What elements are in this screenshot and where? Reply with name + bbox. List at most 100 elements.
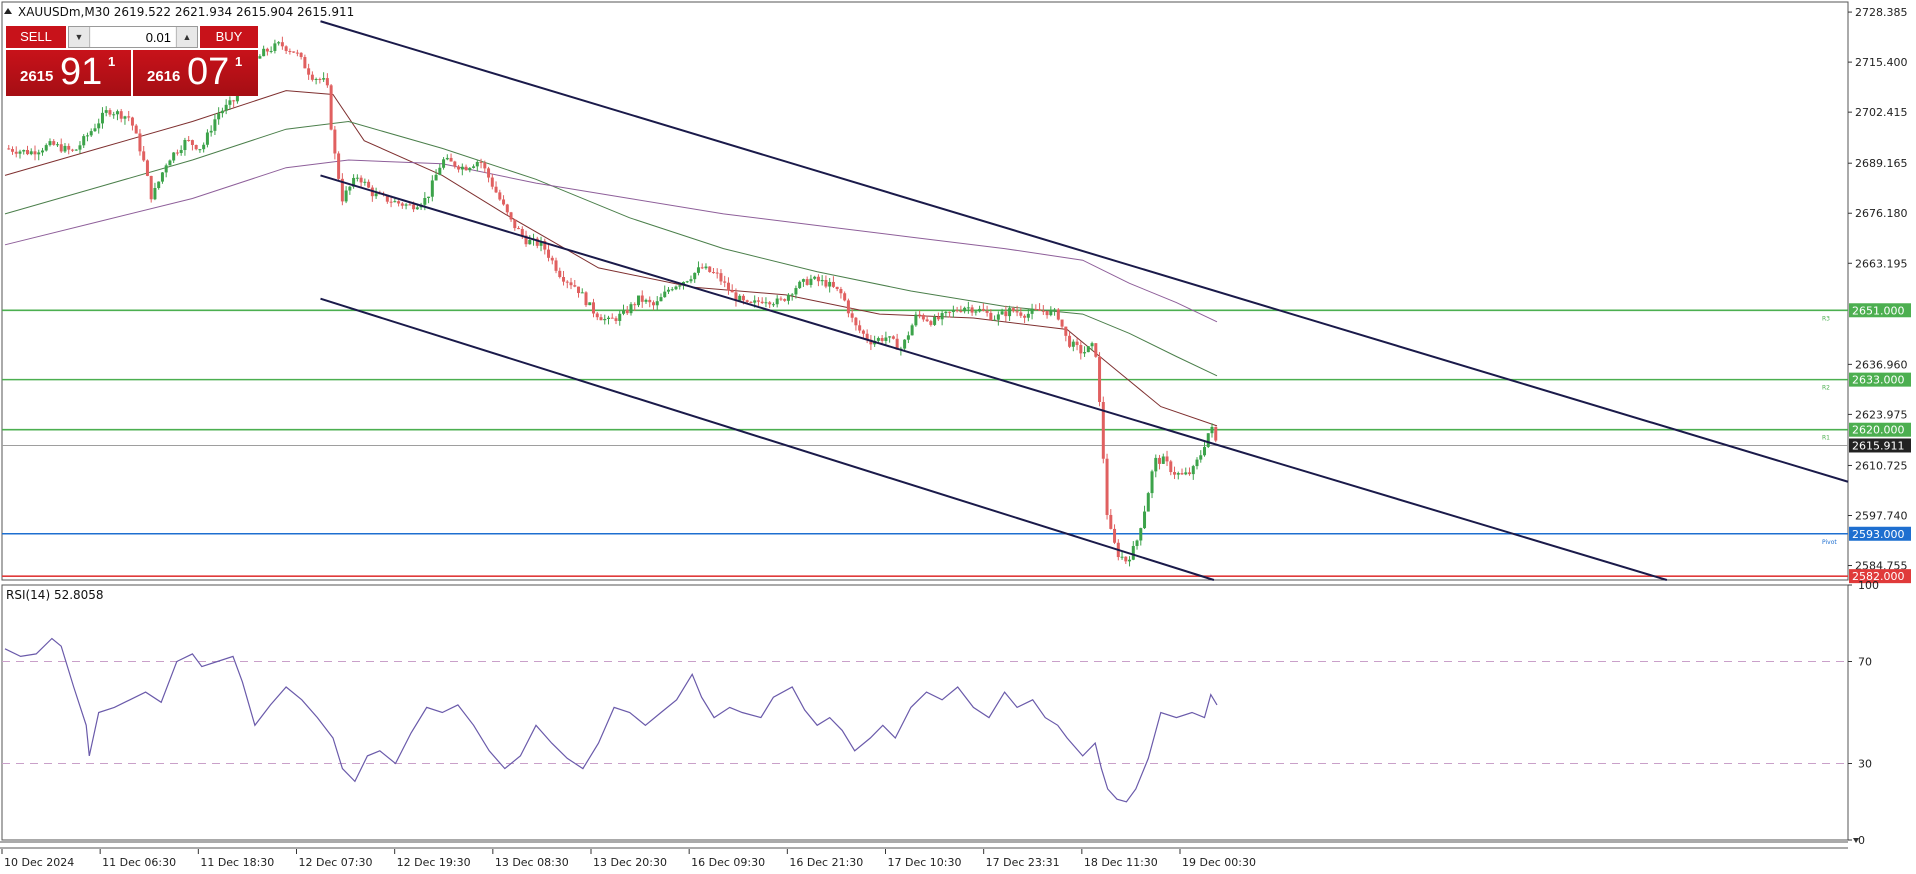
candle-body — [164, 165, 168, 173]
candle-body — [948, 311, 952, 313]
candle-body — [1000, 311, 1004, 315]
candle-body — [442, 159, 446, 168]
candle-body — [745, 300, 749, 302]
candle-body — [888, 336, 892, 338]
candle-body — [880, 338, 884, 341]
chart-svg[interactable]: XAUUSDm,M30 2619.522 2621.934 2615.904 2… — [0, 0, 1916, 874]
candle-body — [389, 201, 393, 203]
candle-body — [314, 78, 318, 80]
candle-body — [408, 204, 412, 206]
y-tick-label: 2689.165 — [1855, 157, 1908, 170]
lot-size-input[interactable] — [91, 27, 175, 47]
candle-body — [993, 319, 997, 321]
candle-body — [1075, 341, 1079, 346]
sell-button[interactable]: SELL — [6, 26, 66, 48]
candle-body — [262, 48, 266, 57]
candle-body — [940, 313, 944, 320]
candle-body — [1008, 308, 1012, 317]
candle-body — [134, 125, 138, 134]
candle-body — [367, 181, 371, 188]
candle-body — [130, 117, 134, 126]
candle-body — [1090, 343, 1094, 347]
candle-body — [37, 152, 41, 155]
candle-body — [824, 279, 828, 287]
lot-increase-icon[interactable]: ▲ — [176, 27, 197, 47]
buy-price-button[interactable]: 2616 07 1 — [133, 50, 258, 96]
buy-button[interactable]: BUY — [200, 26, 258, 48]
candle-body — [202, 144, 206, 150]
candle-body — [625, 310, 629, 314]
candle-body — [363, 181, 367, 183]
candle-body — [730, 290, 734, 293]
y-tick-label: 2636.960 — [1855, 358, 1908, 371]
candle-body — [1199, 455, 1203, 460]
candle-body — [142, 151, 146, 161]
candle-body — [970, 307, 974, 313]
candle-body — [14, 151, 18, 154]
candle-body — [258, 56, 262, 59]
rsi-title: RSI(14) 52.8058 — [6, 588, 104, 602]
candle-body — [472, 166, 476, 168]
candle-body — [22, 149, 26, 152]
x-tick-label: 18 Dec 11:30 — [1084, 856, 1158, 869]
candle-body — [925, 319, 929, 322]
candle-body — [1214, 426, 1218, 441]
candle-body — [760, 301, 764, 304]
candle-body — [29, 151, 33, 155]
candle-body — [494, 186, 498, 193]
y-tick-label: 2663.195 — [1855, 257, 1908, 270]
x-tick-label: 17 Dec 10:30 — [888, 856, 962, 869]
candle-body — [25, 149, 29, 155]
candle-body — [528, 239, 532, 245]
sell-price-button[interactable]: 2615 91 1 — [6, 50, 131, 96]
candle-body — [498, 192, 502, 200]
candle-body — [550, 257, 554, 261]
candle-body — [1210, 426, 1214, 434]
candle-body — [775, 298, 779, 305]
candle-body — [322, 78, 326, 80]
candle-body — [70, 149, 74, 151]
candle-body — [1071, 341, 1075, 347]
candle-body — [502, 199, 506, 205]
candle-body — [457, 166, 461, 170]
candle-body — [1023, 315, 1027, 318]
candle-body — [944, 311, 948, 314]
candle-body — [348, 186, 352, 191]
candle-body — [468, 167, 472, 171]
candle-body — [1139, 528, 1143, 541]
candle-body — [430, 180, 434, 197]
candle-body — [149, 175, 153, 200]
candle-body — [63, 145, 67, 152]
candle-body — [67, 145, 71, 150]
candle-body — [269, 50, 273, 52]
candle-body — [115, 111, 119, 115]
candle-body — [592, 302, 596, 314]
candle-body — [479, 161, 483, 163]
candle-body — [963, 307, 967, 312]
candle-body — [689, 279, 693, 282]
candle-body — [801, 279, 805, 282]
buy-price-big: 07 — [187, 51, 230, 93]
candle-body — [636, 295, 640, 306]
candle-body — [1083, 352, 1087, 354]
candle-body — [663, 291, 667, 298]
chart-window[interactable]: XAUUSDm,M30 2619.522 2621.934 2615.904 2… — [0, 0, 1916, 874]
candle-body — [194, 144, 198, 150]
candle-body — [805, 279, 809, 285]
candle-body — [55, 144, 59, 146]
price-plot-frame — [1, 1, 1849, 581]
candle-body — [640, 295, 644, 302]
candle-body — [816, 276, 820, 282]
candle-body — [1068, 335, 1072, 347]
candle-body — [1176, 473, 1180, 475]
candle-body — [325, 78, 329, 86]
candle-body — [190, 140, 194, 145]
lot-decrease-icon[interactable]: ▼ — [69, 27, 90, 47]
candle-body — [910, 325, 914, 336]
candle-body — [933, 316, 937, 325]
candle-body — [123, 116, 127, 119]
candle-body — [1011, 308, 1015, 312]
candle-body — [749, 301, 753, 303]
candle-body — [659, 297, 663, 302]
candle-body — [520, 228, 524, 236]
